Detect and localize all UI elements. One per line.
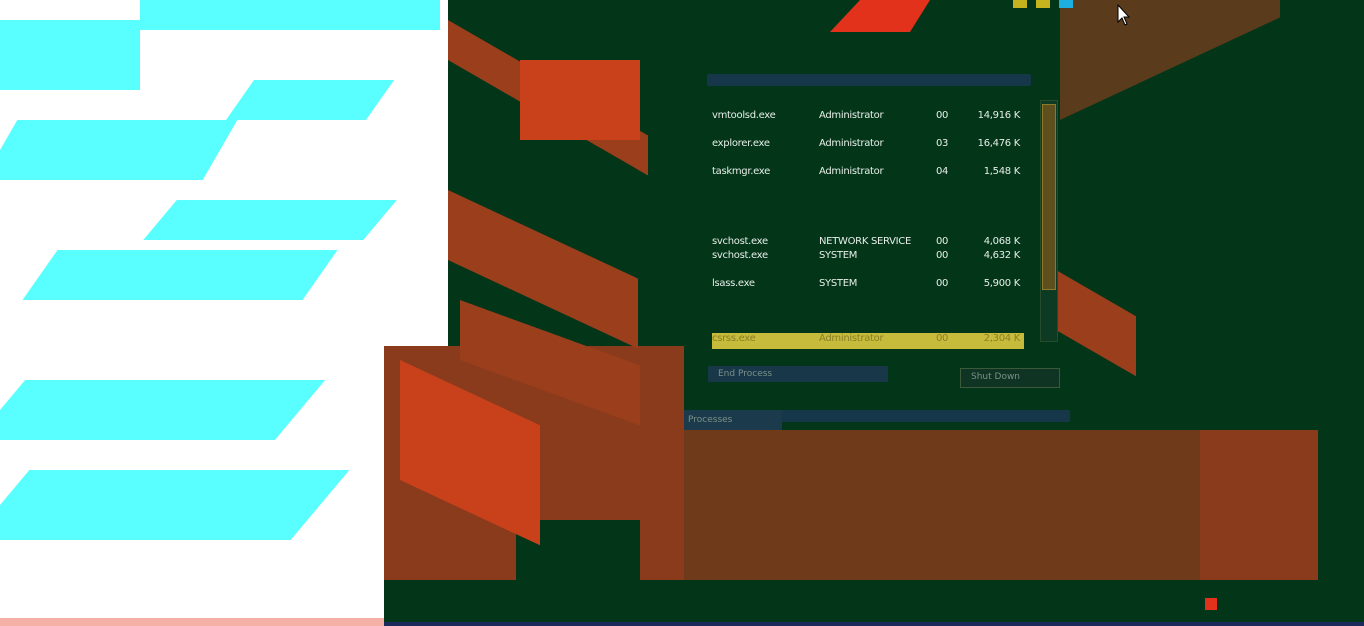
process-user: SYSTEM [819,278,858,289]
maximize-icon[interactable] [1036,0,1050,8]
process-session: 00 [936,333,949,344]
shut-down-button[interactable]: Shut Down [960,368,1060,388]
process-session: 04 [936,166,949,177]
process-memory: 4,632 K [983,250,1021,261]
process-user: Administrator [819,333,884,344]
process-name: svchost.exe [712,250,768,261]
process-memory: 16,476 K [977,138,1021,149]
cyan-artifact [22,250,338,300]
cyan-artifact [140,0,440,30]
cyan-artifact [143,200,397,240]
status-text: Processes [684,410,782,430]
process-user: Administrator [819,166,884,177]
process-row-selected[interactable]: csrss.exe Administrator 00 2,304 K [712,333,1024,349]
process-session: 03 [936,138,949,149]
process-name: vmtoolsd.exe [712,110,776,121]
process-row[interactable]: explorer.exe Administrator 03 16,476 K [712,138,1024,152]
process-session: 00 [936,278,949,289]
process-name: explorer.exe [712,138,770,149]
close-icon[interactable] [1059,0,1073,8]
process-name: svchost.exe [712,236,768,247]
process-memory: 4,068 K [983,236,1021,247]
process-name: csrss.exe [712,333,756,344]
minimize-icon[interactable] [1013,0,1027,8]
process-session: 00 [936,250,949,261]
glitched-desktop-region-top [384,0,448,346]
orange-stroke [1056,270,1136,377]
process-memory: 1,548 K [983,166,1021,177]
cyan-artifact [0,20,140,90]
process-row[interactable]: svchost.exe NETWORK SERVICE 00 4,068 K [712,236,1024,250]
process-row[interactable]: taskmgr.exe Administrator 04 1,548 K [712,166,1024,180]
process-row[interactable]: lsass.exe SYSTEM 00 5,900 K [712,278,1024,292]
bottom-border [384,622,1364,626]
cyan-artifact [0,380,326,440]
brown-stroke [1060,0,1280,120]
scrollbar-thumb[interactable] [1042,104,1056,290]
process-memory: 14,916 K [977,110,1021,121]
tray-indicator-icon[interactable] [1205,598,1217,610]
orange-stroke [1200,430,1318,580]
process-name: taskmgr.exe [712,166,770,177]
taskbar-region [384,580,1364,626]
process-row[interactable]: vmtoolsd.exe Administrator 00 14,916 K [712,110,1024,124]
cyan-artifact [225,80,395,120]
process-memory: 2,304 K [983,333,1021,344]
pink-stripe [0,618,384,626]
process-name: lsass.exe [712,278,755,289]
cyan-artifact [0,470,350,540]
mouse-cursor-icon [1117,4,1131,26]
process-row[interactable]: svchost.exe SYSTEM 00 4,632 K [712,250,1024,264]
process-user: Administrator [819,110,884,121]
process-user: SYSTEM [819,250,858,261]
orange-stroke [520,60,640,140]
end-process-button[interactable]: End Process [708,366,888,382]
cyan-artifact [0,120,238,180]
red-flag-icon [830,0,930,32]
column-header-bar[interactable] [707,74,1031,86]
process-user: NETWORK SERVICE [819,236,912,247]
process-memory: 5,900 K [983,278,1021,289]
process-session: 00 [936,110,949,121]
process-user: Administrator [819,138,884,149]
process-session: 00 [936,236,949,247]
